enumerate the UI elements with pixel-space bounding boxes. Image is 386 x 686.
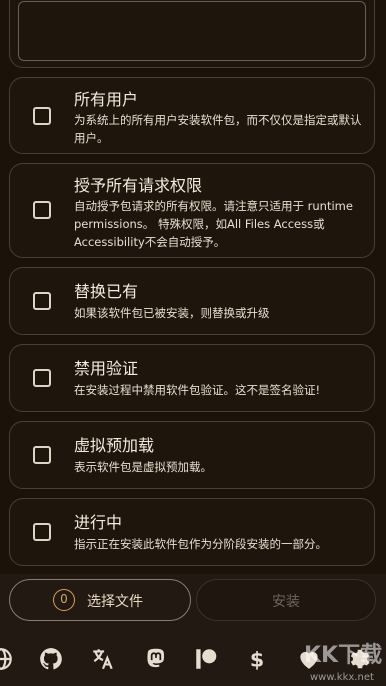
- option-disable-verification[interactable]: 禁用验证 在安装过程中禁用软件包验证。这不是签名验证!: [9, 344, 375, 412]
- option-title: 授予所有请求权限: [74, 176, 203, 195]
- svg-text:KK下载: KK下载: [304, 642, 382, 668]
- option-desc: 自动授予包请求的所有权限。请注意只适用于 runtime permissions…: [74, 199, 353, 249]
- text-input-area[interactable]: [18, 1, 366, 61]
- file-count-badge: 0: [53, 589, 75, 611]
- globe-icon[interactable]: [0, 646, 14, 672]
- dollar-icon[interactable]: $: [244, 646, 270, 672]
- checkbox[interactable]: [33, 201, 51, 219]
- mastodon-icon[interactable]: [143, 646, 169, 672]
- option-grant-permissions[interactable]: 授予所有请求权限 自动授予包请求的所有权限。请注意只适用于 runtime pe…: [9, 163, 375, 258]
- checkbox[interactable]: [33, 369, 51, 387]
- option-title: 替换已有: [74, 282, 139, 301]
- svg-text:www.kkx.net: www.kkx.net: [310, 672, 374, 683]
- checkbox[interactable]: [33, 107, 51, 125]
- top-input-card: [9, 0, 375, 68]
- install-button[interactable]: 安装: [196, 579, 376, 621]
- option-desc: 如果该软件包已被安装，则替换或升级: [74, 306, 270, 320]
- option-virtual-preload[interactable]: 虚拟预加载 表示软件包是虚拟预加载。: [9, 421, 375, 489]
- translate-icon[interactable]: [90, 646, 116, 672]
- checkbox[interactable]: [33, 292, 51, 310]
- option-staged[interactable]: 进行中 指示正在安装此软件包作为分阶段安装的一部分。: [9, 498, 375, 566]
- checkbox[interactable]: [33, 523, 51, 541]
- option-desc: 在安装过程中禁用软件包验证。这不是签名验证!: [74, 383, 321, 397]
- option-replace-existing[interactable]: 替换已有 如果该软件包已被安装，则替换或升级: [9, 267, 375, 335]
- option-all-users[interactable]: 所有用户 为系统上的所有用户安装软件包，而不仅仅是指定或默认用户。: [9, 77, 375, 154]
- github-icon[interactable]: [38, 646, 64, 672]
- svg-text:$: $: [250, 648, 264, 672]
- option-desc: 表示软件包是虚拟预加载。: [74, 460, 212, 474]
- select-file-label: 选择文件: [87, 594, 143, 610]
- checkbox[interactable]: [33, 446, 51, 464]
- option-title: 虚拟预加载: [74, 436, 155, 455]
- option-title: 禁用验证: [74, 359, 139, 378]
- option-desc: 指示正在安装此软件包作为分阶段安装的一部分。: [74, 537, 327, 551]
- option-desc: 为系统上的所有用户安装软件包，而不仅仅是指定或默认用户。: [74, 113, 362, 145]
- install-label: 安装: [272, 594, 300, 610]
- option-title: 进行中: [74, 513, 123, 532]
- option-title: 所有用户: [74, 90, 139, 109]
- watermark-logo: KK下载 www.kkx.net: [304, 642, 382, 683]
- patreon-icon[interactable]: [193, 646, 219, 672]
- select-file-button[interactable]: 0 选择文件: [9, 579, 191, 621]
